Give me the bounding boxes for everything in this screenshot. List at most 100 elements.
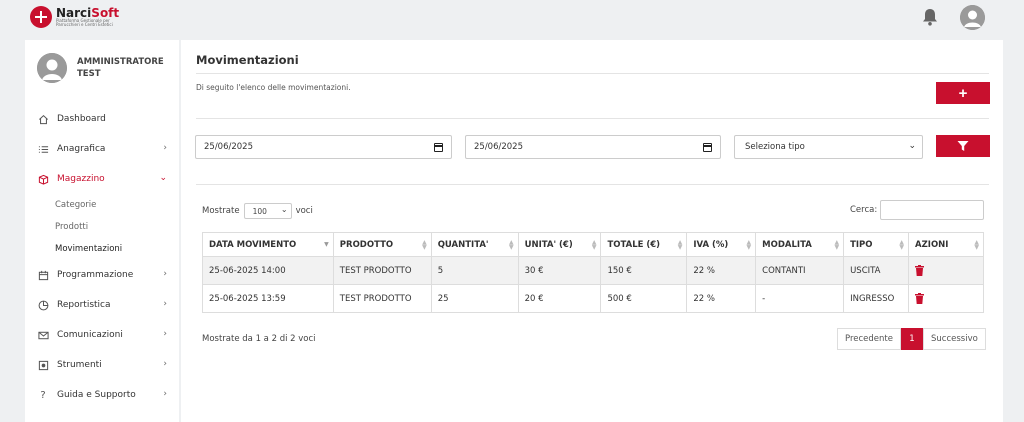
sidebar-subitem-movimentazioni[interactable]: Movimentazioni [25,238,179,260]
calendar-icon[interactable] [703,143,712,152]
cell-totale: 500 € [600,284,688,313]
user-avatar-button[interactable] [960,5,985,30]
chevron-right-icon: › [163,143,167,153]
sidebar-subitem-prodotti[interactable]: Prodotti [25,216,179,238]
type-select[interactable]: Seleziona tipo ⌄ [734,135,923,159]
sort-icon: ▲ ▼ [677,239,683,251]
date-from-input[interactable]: 25/06/2025 [195,135,452,159]
add-movement-button[interactable]: + [936,82,990,104]
cell-data-movimento: 25-06-2025 13:59 [202,284,334,313]
sidebar-item-guida-supporto[interactable]: ? Guida e Supporto › [25,380,179,410]
column-header-tipo[interactable]: TIPO ▲ ▼ [843,232,910,257]
chevron-right-icon: › [163,299,167,309]
user-name: AMMINISTRATORE TEST [77,57,164,79]
sort-desc-icon: ▼ [324,241,329,248]
chevron-down-icon: ⌄ [280,205,288,214]
box-icon [37,173,49,185]
movements-table: DATA MOVIMENTO ▼ PRODOTTO ▲ ▼ QUANTITA' ▲ ▼ U… [202,232,984,313]
type-select-value: Seleziona tipo [745,142,805,152]
brand-tagline: Piattaforma Gestionale per Parrucchieri … [56,17,113,27]
page-description: Di seguito l'elenco delle movimentazioni… [196,83,351,92]
trash-icon[interactable] [915,293,925,304]
user-profile: AMMINISTRATORE TEST [37,53,167,83]
sidebar-item-anagrafica[interactable]: Anagrafica › [25,134,179,164]
column-header-quantita[interactable]: QUANTITA' ▲ ▼ [430,232,519,257]
date-from-value: 25/06/2025 [204,142,253,152]
main-panel: Movimentazioni Di seguito l'elenco delle… [181,40,1003,422]
pagination-page-button[interactable]: 1 [901,328,923,350]
calendar-icon [37,269,49,281]
page-length-select[interactable]: 100 ⌄ [243,203,292,219]
filter-icon [957,141,969,151]
cell-modalita: CONTANTI [755,256,845,285]
top-bar: NarciSoft Piattaforma Gestionale per Par… [0,0,1024,36]
pie-chart-icon [37,299,49,311]
sidebar-item-comunicazioni[interactable]: Comunicazioni › [25,320,179,350]
sidebar-item-magazzino[interactable]: Magazzino ⌄ [25,164,179,194]
envelope-icon [37,329,49,341]
cell-quantita: 25 [430,284,519,313]
sidebar-item-label: Comunicazioni [57,330,123,340]
date-to-input[interactable]: 25/06/2025 [465,135,721,159]
sidebar: AMMINISTRATORE TEST Dashboard Anagrafica… [25,40,179,422]
tools-icon [37,359,49,371]
column-header-modalita[interactable]: MODALITA ▲ ▼ [755,232,845,257]
pagination-next-button[interactable]: Successivo [923,328,986,350]
chevron-right-icon: › [163,329,167,339]
search-input[interactable] [880,200,985,220]
sidebar-item-label: Guida e Supporto [57,390,136,400]
cell-iva: 22 % [686,256,757,285]
page-length-value: 100 [252,206,267,216]
bell-icon[interactable] [922,8,938,26]
cell-prodotto: TEST PRODOTTO [332,256,432,285]
table-row: 25-06-2025 13:59 TEST PRODOTTO 25 20 € 5… [202,284,984,313]
filter-button[interactable] [936,135,990,157]
sidebar-item-reportistica[interactable]: Reportistica › [25,290,179,320]
cell-unita: 30 € [517,256,602,285]
pagination-prev-button[interactable]: Precedente [837,328,901,350]
cell-prodotto: TEST PRODOTTO [332,284,432,313]
entries-label: voci [295,206,313,216]
table-info: Mostrate da 1 a 2 di 2 voci [202,334,316,344]
sidebar-subitem-categorie[interactable]: Categorie [25,194,179,216]
sidebar-item-label: Anagrafica [57,144,106,154]
sort-icon: ▲ ▼ [508,239,514,251]
table-header-row: DATA MOVIMENTO ▼ PRODOTTO ▲ ▼ QUANTITA' ▲ ▼ U… [202,232,984,257]
sidebar-item-strumenti[interactable]: Strumenti › [25,350,179,380]
column-header-prodotto[interactable]: PRODOTTO ▲ ▼ [332,232,432,257]
calendar-icon[interactable] [434,143,443,152]
sidebar-item-label: Reportistica [57,300,111,310]
home-icon [37,113,49,125]
divider [196,118,989,119]
column-header-totale[interactable]: TOTALE (€) ▲ ▼ [600,232,688,257]
date-to-value: 25/06/2025 [474,142,523,152]
search-label: Cerca: [850,205,878,215]
table-row: 25-06-2025 14:00 TEST PRODOTTO 5 30 € 15… [202,256,984,285]
sidebar-nav: Dashboard Anagrafica › Magazzino ⌄ Categ… [25,104,179,410]
avatar [37,53,67,83]
sort-icon: ▲ ▼ [974,239,979,251]
column-header-iva[interactable]: IVA (%) ▲ ▼ [686,232,757,257]
sidebar-item-dashboard[interactable]: Dashboard [25,104,179,134]
sidebar-item-label: Magazzino [57,174,105,184]
chevron-right-icon: › [163,269,167,279]
cell-data-movimento: 25-06-2025 14:00 [202,256,334,285]
brand-logo[interactable]: NarciSoft Piattaforma Gestionale per Par… [30,6,126,28]
divider [196,184,989,185]
question-icon: ? [40,389,46,401]
column-header-azioni[interactable]: AZIONI ▲ ▼ [908,232,984,257]
chevron-right-icon: › [163,359,167,369]
column-header-unita[interactable]: UNITA' (€) ▲ ▼ [517,232,602,257]
cell-totale: 150 € [600,256,688,285]
cell-tipo: INGRESSO [843,284,910,313]
sort-icon: ▲ ▼ [746,239,752,251]
divider [196,73,989,74]
cell-unita: 20 € [517,284,602,313]
trash-icon[interactable] [915,265,925,276]
pagination: Precedente 1 Successivo [837,328,986,350]
column-header-data-movimento[interactable]: DATA MOVIMENTO ▼ [202,232,334,257]
show-label: Mostrate [202,206,240,216]
sidebar-item-programmazione[interactable]: Programmazione › [25,260,179,290]
user-icon [960,5,985,30]
table-search: Cerca: [850,200,985,220]
